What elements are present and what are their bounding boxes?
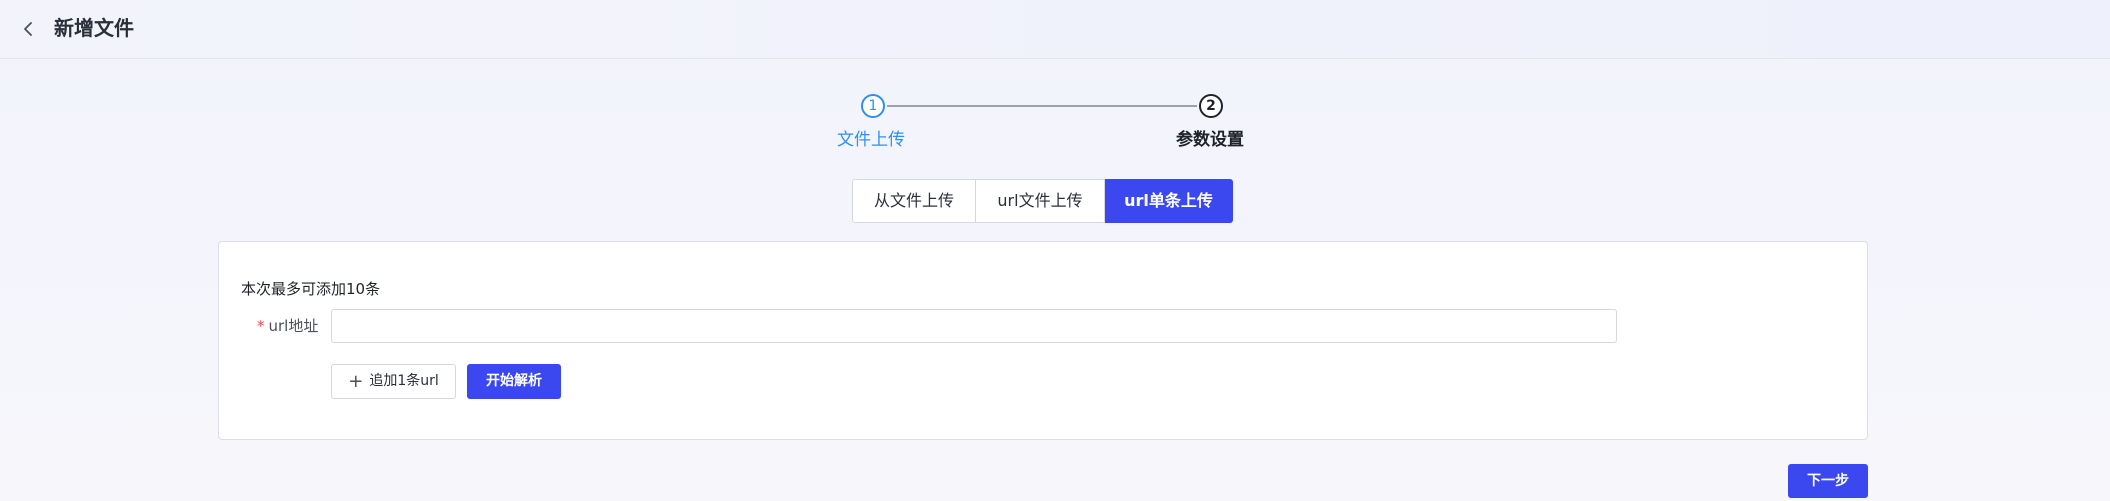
tab-url-file-upload[interactable]: url文件上传: [976, 179, 1105, 223]
back-button[interactable]: [18, 18, 40, 40]
step-connector-line: [887, 105, 1197, 107]
url-label-text: url地址: [268, 317, 319, 335]
url-form-card: 本次最多可添加10条 * url地址 + 追加1条url 开始解析: [218, 241, 1868, 440]
chevron-left-icon[interactable]: [18, 18, 40, 40]
limit-hint: 本次最多可添加10条: [241, 280, 381, 298]
step-1-circle: 1: [861, 94, 885, 118]
required-marker: *: [257, 317, 265, 335]
next-step-button[interactable]: 下一步: [1788, 464, 1868, 498]
tab-url-single-upload[interactable]: url单条上传: [1105, 179, 1233, 223]
plus-icon: +: [348, 371, 364, 392]
page-header: 新增文件: [0, 0, 2110, 59]
start-parse-button[interactable]: 开始解析: [467, 364, 561, 399]
url-input[interactable]: [331, 309, 1617, 343]
step-2-circle: 2: [1199, 94, 1223, 118]
page-title: 新增文件: [54, 16, 134, 40]
upload-mode-tabs: 从文件上传 url文件上传 url单条上传: [852, 179, 1233, 223]
url-field-label: * url地址: [257, 315, 318, 337]
tab-upload-from-file[interactable]: 从文件上传: [852, 179, 976, 223]
step-2-label: 参数设置: [1176, 130, 1244, 150]
add-url-button[interactable]: + 追加1条url: [331, 364, 456, 399]
add-url-button-label: 追加1条url: [369, 373, 439, 389]
steps-indicator: 1 2 文件上传 参数设置: [0, 90, 2110, 160]
step-1-label: 文件上传: [837, 130, 905, 150]
